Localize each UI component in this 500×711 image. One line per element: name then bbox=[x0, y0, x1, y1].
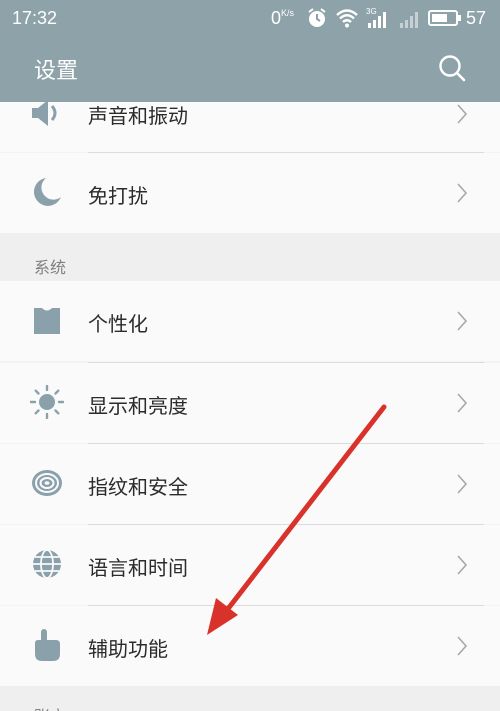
battery-level: 57 bbox=[466, 8, 487, 28]
settings-item-fingerprint-security[interactable]: 指纹和安全 bbox=[0, 444, 500, 524]
page-title: 设置 bbox=[34, 59, 79, 84]
sun-icon bbox=[30, 385, 64, 419]
settings-item-label: 个性化 bbox=[88, 312, 148, 336]
signal-3g-icon: 3G bbox=[366, 7, 386, 28]
globe-icon bbox=[33, 549, 61, 579]
network-speed: 0K/s bbox=[271, 8, 294, 29]
network-speed-value: 0 bbox=[271, 8, 282, 28]
settings-item-label: 显示和亮度 bbox=[88, 394, 188, 418]
settings-item-accessibility[interactable]: 辅助功能 bbox=[0, 606, 500, 686]
section-header-system: 系统 bbox=[0, 233, 500, 281]
alarm-icon bbox=[308, 8, 326, 27]
settings-item-label: 语言和时间 bbox=[88, 556, 188, 580]
battery-icon bbox=[428, 10, 461, 26]
shirt-icon bbox=[34, 308, 60, 334]
fingerprint-icon bbox=[32, 470, 62, 496]
section-title: 账户 bbox=[34, 703, 66, 711]
signal-icon bbox=[400, 12, 418, 28]
settings-item-language-time[interactable]: 语言和时间 bbox=[0, 525, 500, 605]
chevron-right-icon bbox=[457, 474, 468, 494]
chevron-right-icon bbox=[457, 311, 468, 331]
settings-item-personalization[interactable]: 个性化 bbox=[0, 281, 500, 361]
settings-item-label: 辅助功能 bbox=[88, 637, 168, 661]
settings-item-label: 指纹和安全 bbox=[88, 475, 188, 499]
chevron-right-icon bbox=[457, 555, 468, 575]
wifi-icon bbox=[336, 9, 358, 28]
section-title: 系统 bbox=[34, 258, 67, 277]
chevron-right-icon bbox=[457, 183, 468, 203]
status-bar: 17:32 0K/s 3G 57 bbox=[0, 0, 500, 36]
network-speed-unit: K/s bbox=[281, 8, 295, 18]
app-bar: 设置 bbox=[0, 36, 500, 102]
search-icon[interactable] bbox=[437, 53, 467, 83]
status-time: 17:32 bbox=[12, 8, 58, 28]
svg-text:3G: 3G bbox=[366, 7, 377, 16]
section-header-account: 账户 bbox=[0, 686, 500, 711]
settings-item-display[interactable]: 显示和亮度 bbox=[0, 363, 500, 443]
settings-item-label: 免打扰 bbox=[88, 184, 148, 208]
hand-pointer-icon bbox=[35, 629, 60, 661]
chevron-right-icon bbox=[457, 393, 468, 413]
settings-item-label: 声音和振动 bbox=[88, 104, 188, 128]
settings-item-sound[interactable]: 声音和振动 bbox=[0, 100, 500, 152]
speaker-icon bbox=[32, 100, 57, 126]
chevron-right-icon bbox=[457, 636, 468, 656]
settings-item-do-not-disturb[interactable]: 免打扰 bbox=[0, 153, 500, 233]
moon-icon bbox=[33, 178, 61, 206]
chevron-right-icon bbox=[457, 104, 468, 124]
